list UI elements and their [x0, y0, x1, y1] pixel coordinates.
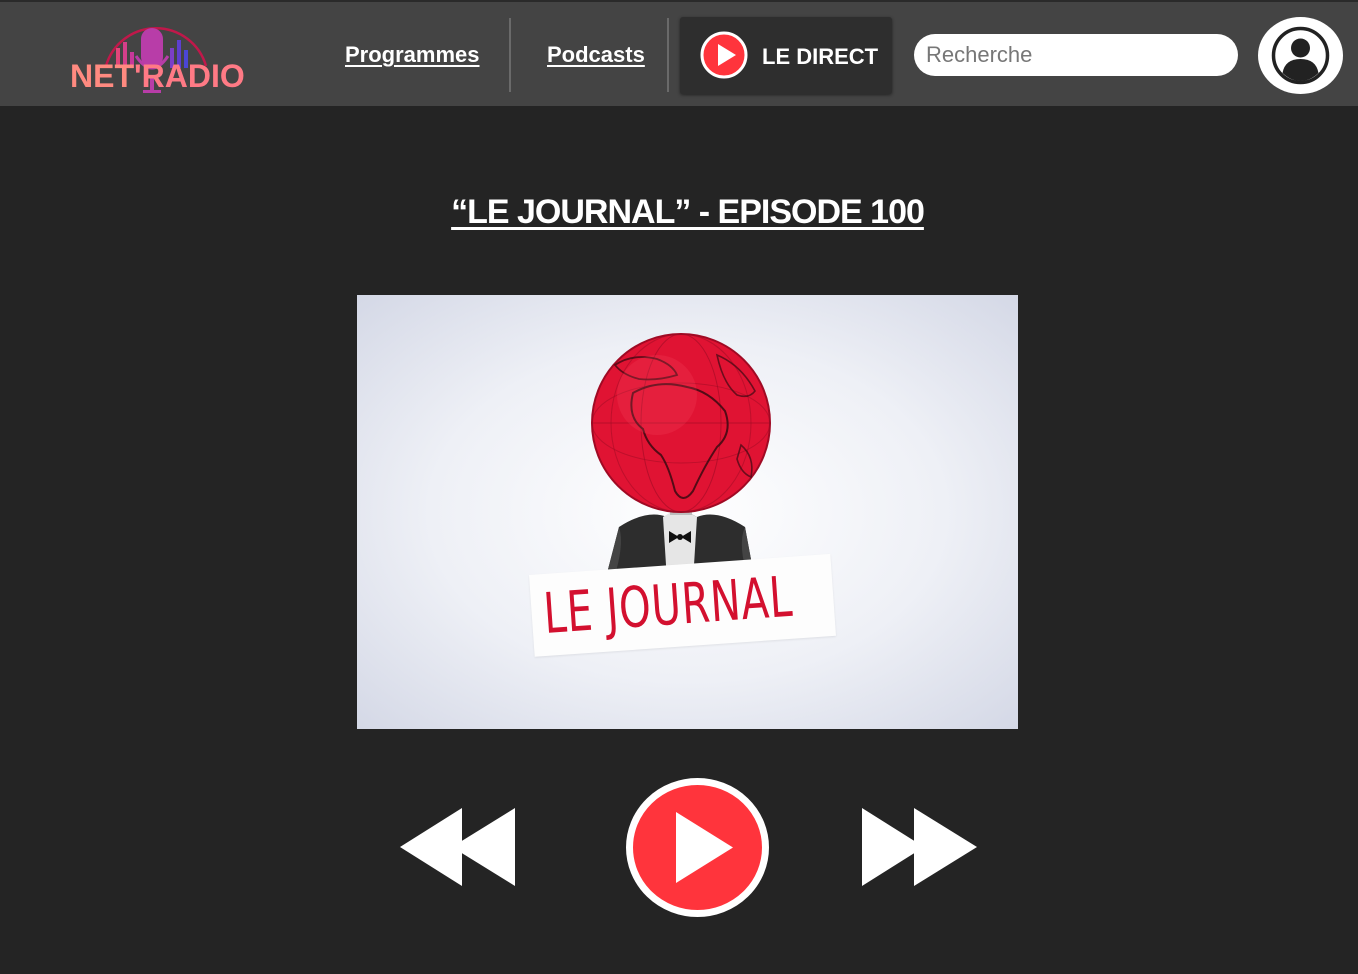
live-direct-label: LE DIRECT: [762, 44, 879, 69]
nav-link-programmes[interactable]: Programmes: [345, 42, 480, 68]
user-account-button[interactable]: [1258, 17, 1343, 94]
top-navigation-bar: NET'RADIO Programmes Podcasts LE DIRECT: [0, 0, 1358, 106]
play-icon: [700, 31, 748, 79]
cover-illustration: [591, 333, 771, 581]
episode-cover-image: LE JOURNAL: [357, 295, 1018, 729]
episode-title: “LE JOURNAL” - EPISODE 100: [451, 193, 925, 231]
user-icon: [1271, 26, 1330, 85]
fast-forward-icon: [862, 808, 977, 886]
play-button[interactable]: [625, 777, 770, 918]
rewind-button[interactable]: [400, 806, 516, 888]
fast-forward-button[interactable]: [862, 806, 978, 888]
nav-link-podcasts[interactable]: Podcasts: [547, 42, 645, 68]
play-icon: [626, 778, 769, 917]
nav-divider: [509, 18, 511, 92]
logo-text-radio: 'RADIO: [134, 58, 245, 94]
cover-banner-text: LE JOURNAL: [541, 564, 795, 647]
rewind-icon: [400, 808, 515, 886]
search-input[interactable]: [914, 34, 1238, 76]
netradio-logo[interactable]: NET'RADIO: [66, 10, 256, 102]
live-direct-button[interactable]: LE DIRECT: [680, 17, 892, 94]
logo-text: NET'RADIO: [70, 58, 245, 95]
nav-divider: [667, 18, 669, 92]
logo-text-net: NET: [70, 58, 134, 94]
